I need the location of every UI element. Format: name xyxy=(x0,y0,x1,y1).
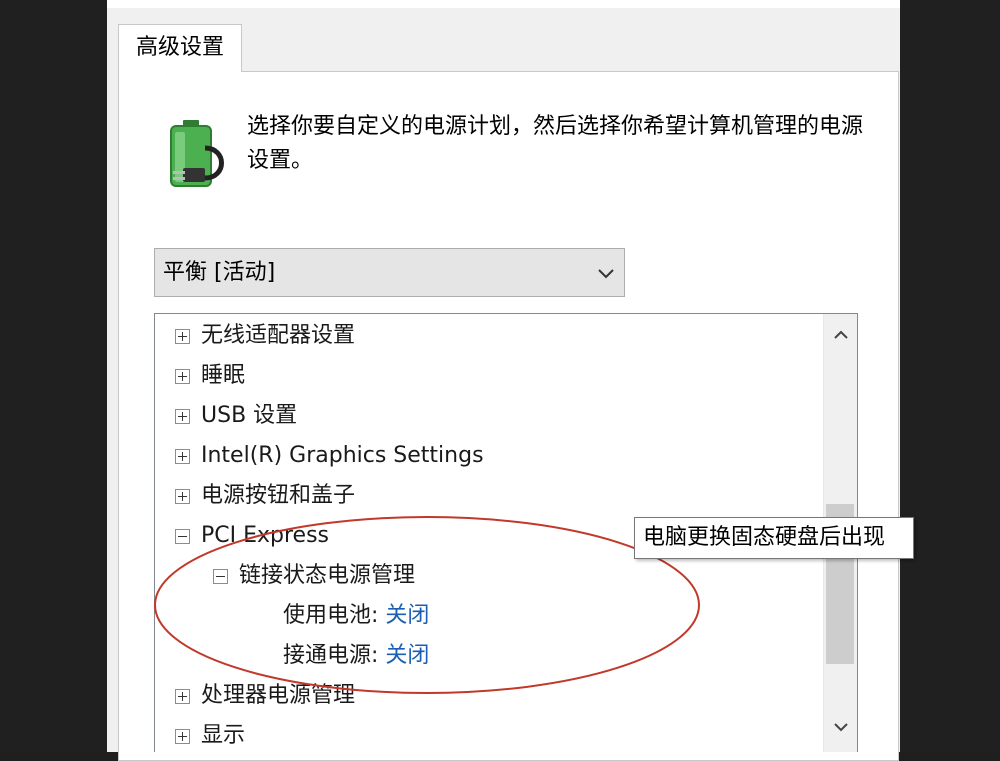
tree-item-label: 无线适配器设置 xyxy=(201,323,356,348)
battery-plug-icon xyxy=(170,120,224,187)
tree-item-label: USB 设置 xyxy=(201,403,298,428)
tooltip: 电脑更换固态硬盘后出现 xyxy=(634,517,914,559)
expand-icon[interactable] xyxy=(175,489,190,504)
power-options-dialog: 高级设置 选择你要自定义的电源计划，然后选择你希望计算机管理的电源设置。 平衡 … xyxy=(107,0,900,761)
power-plan-dropdown[interactable]: 平衡 [活动] xyxy=(154,248,625,297)
setting-value-link[interactable]: 关闭 xyxy=(385,643,429,668)
setting-label: 接通电源: xyxy=(283,643,379,668)
background-right xyxy=(900,0,1000,752)
chevron-down-icon[interactable] xyxy=(832,718,850,736)
tree-item-label: PCI Express xyxy=(201,523,330,548)
tree-item-label: 显示 xyxy=(201,723,246,748)
expand-icon[interactable] xyxy=(175,449,190,464)
chevron-down-icon xyxy=(598,269,614,279)
expand-icon[interactable] xyxy=(175,729,190,744)
expand-icon[interactable] xyxy=(175,329,190,344)
tree-item-label: 睡眠 xyxy=(201,363,246,388)
tree-item-label: Intel(R) Graphics Settings xyxy=(201,443,484,468)
power-plan-selected: 平衡 [活动] xyxy=(163,260,276,285)
setting-value-link[interactable]: 关闭 xyxy=(385,603,429,628)
collapse-icon[interactable] xyxy=(213,569,228,584)
tree-item-plugged-in[interactable]: 接通电源: 关闭 xyxy=(283,639,429,673)
plan-description: 选择你要自定义的电源计划，然后选择你希望计算机管理的电源设置。 xyxy=(247,114,864,173)
tree-item-on-battery[interactable]: 使用电池: 关闭 xyxy=(283,599,429,633)
tree-item-label: 电源按钮和盖子 xyxy=(201,483,356,508)
collapse-icon[interactable] xyxy=(175,529,190,544)
expand-icon[interactable] xyxy=(175,409,190,424)
dialog-top-edge xyxy=(107,0,900,8)
background-left xyxy=(0,0,107,752)
setting-label: 使用电池: xyxy=(283,603,379,628)
expand-icon[interactable] xyxy=(175,369,190,384)
tab-advanced-settings[interactable]: 高级设置 xyxy=(118,24,242,72)
chevron-up-icon[interactable] xyxy=(832,326,850,344)
tree-item-label: 链接状态电源管理 xyxy=(239,563,416,588)
tree-item-label: 处理器电源管理 xyxy=(201,683,356,708)
expand-icon[interactable] xyxy=(175,689,190,704)
